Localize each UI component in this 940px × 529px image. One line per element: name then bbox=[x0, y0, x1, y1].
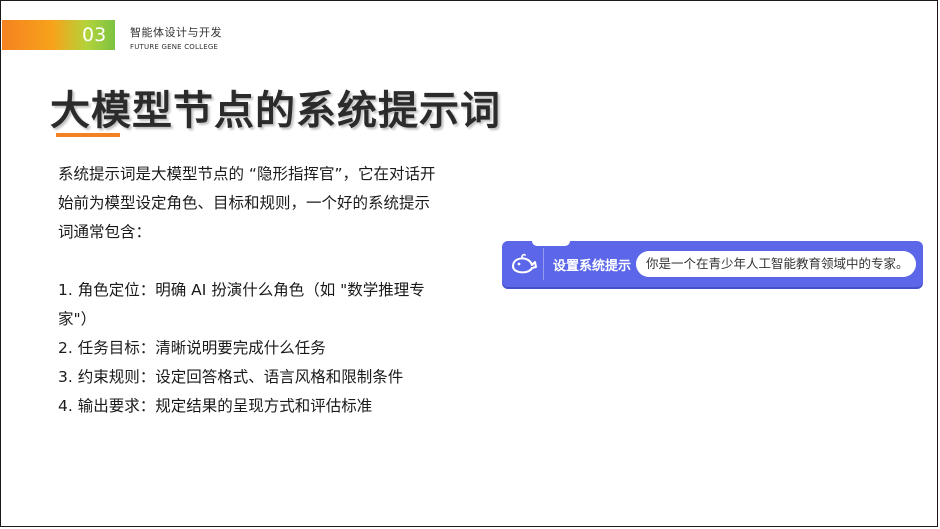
list-item: 2. 任务目标：清晰说明要完成什么任务 bbox=[58, 339, 326, 357]
title-underline bbox=[56, 133, 120, 137]
body-text: 系统提示词是大模型节点的 “隐形指挥官”，它在对话开始前为模型设定角色、目标和规… bbox=[58, 160, 438, 421]
block-divider bbox=[543, 248, 544, 280]
block-label: 设置系统提示 bbox=[553, 259, 632, 274]
list-item: 3. 约束规则：设定回答格式、语言风格和限制条件 bbox=[58, 368, 404, 386]
course-title-cn: 智能体设计与开发 bbox=[130, 26, 222, 39]
intro-paragraph: 系统提示词是大模型节点的 “隐形指挥官”，它在对话开始前为模型设定角色、目标和规… bbox=[58, 165, 436, 241]
page-title: 大模型节点的系统提示词 bbox=[50, 88, 501, 134]
list-item: 4. 输出要求：规定结果的呈现方式和评估标准 bbox=[58, 397, 373, 415]
system-prompt-input[interactable]: 你是一个在青少年人工智能教育领域中的专家。 bbox=[636, 251, 916, 277]
section-number: 03 bbox=[82, 24, 107, 46]
block-notch bbox=[532, 241, 570, 246]
list-item: 1. 角色定位：明确 AI 扮演什么角色（如 "数学推理专家"） bbox=[58, 281, 425, 328]
course-title-en: FUTURE GENE COLLEGE bbox=[130, 43, 219, 51]
whale-icon bbox=[512, 253, 537, 274]
